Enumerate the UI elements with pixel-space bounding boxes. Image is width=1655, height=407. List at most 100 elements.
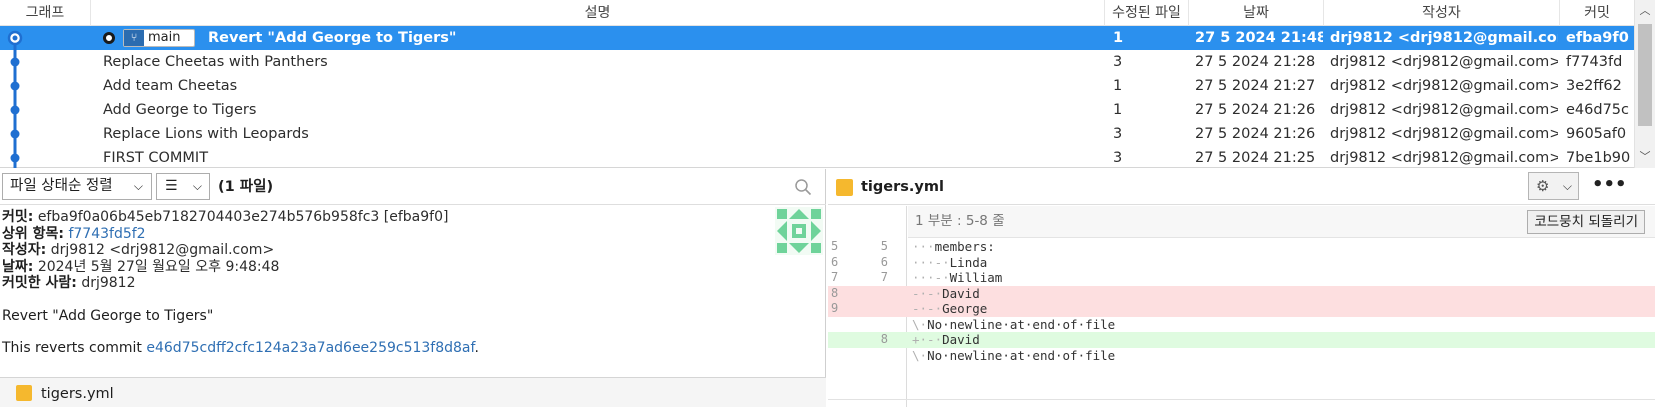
revert-hunk-button[interactable]: 코드뭉치 되돌리기 (1527, 210, 1645, 234)
commit-hash: f7743fd (1566, 54, 1623, 70)
hunk-title: 1 부분 : 5-8 줄 (915, 213, 1005, 229)
changed-file-item[interactable]: tigers.yml (0, 377, 826, 407)
whitespace-markers: ···-· (912, 270, 950, 285)
commit-graph (7, 30, 23, 168)
diff-line-code: -·-·George (912, 301, 987, 317)
commit-author: drj9812 <drj9812@gmail.com> (1330, 126, 1558, 142)
old-line-number: 8 (831, 285, 839, 300)
diff-line-code: +·-·David (912, 332, 980, 348)
hunk-header: 1 부분 : 5-8 줄 코드뭉치 되돌리기 (908, 206, 1655, 238)
whitespace-markers: ···-· (912, 254, 950, 270)
view-mode-dropdown[interactable]: ☰ ⌵ (156, 173, 210, 200)
diff-line-text: No·newline·at·end·of·file (927, 347, 1116, 363)
chevron-down-icon: ⌵ (192, 179, 202, 193)
diff-options-button[interactable]: ⚙ ⌵ (1528, 172, 1579, 200)
diff-line: 6 6 ···-·Linda (828, 255, 1655, 271)
file-toolbar: 파일 상태순 정렬 ⌵ ☰ ⌵ (1 파일) (0, 169, 826, 205)
graph-node-head-center (12, 35, 18, 41)
commit-log-scrollbar[interactable]: ︿ ﹀ (1634, 0, 1655, 168)
file-modified-icon (16, 385, 32, 401)
commit-files: 3 (1113, 54, 1123, 70)
commit-id-line: 커밋: efba9f0a06b45eb7182704403e274b576b95… (2, 209, 822, 226)
new-line-number: 5 (880, 239, 888, 253)
scrollbar-thumb[interactable] (1638, 24, 1652, 126)
commit-row[interactable]: Replace Lions with Leopards 3 27 5 2024 … (0, 122, 1634, 146)
parent-commit-link[interactable]: f7743fd5f2 (68, 226, 145, 242)
whitespace-markers: -·-· (912, 301, 943, 316)
message-body-suffix: . (474, 340, 479, 356)
diff-bottom-border (828, 399, 1655, 407)
column-header-commit[interactable]: 커밋 (1560, 0, 1634, 26)
commit-details: 커밋: efba9f0a06b45eb7182704403e274b576b95… (2, 209, 822, 357)
sort-dropdown[interactable]: 파일 상태순 정렬 ⌵ (2, 173, 152, 200)
column-header-graph[interactable]: 그래프 (0, 0, 91, 26)
graph-node (10, 105, 20, 115)
commit-author: drj9812 <drj9812@gmail.com> (1330, 54, 1558, 70)
diff-line-code: \·No·newline·at·end·of·file (912, 348, 1115, 364)
more-icon[interactable]: ••• (1592, 172, 1627, 200)
commit-row[interactable]: ⑂ main Revert "Add George to Tigers" 1 2… (0, 26, 1634, 50)
old-line-number: 9 (831, 301, 839, 315)
commit-message: Add George to Tigers (103, 102, 257, 118)
commit-author: drj9812 <drj9812@gmail.com> (1330, 30, 1558, 46)
commit-author: drj9812 <drj9812@gmail.com> (1330, 150, 1558, 166)
commit-hash: 7be1b90 (1566, 150, 1631, 166)
committer-value: drj9812 (81, 275, 136, 291)
file-modified-icon (836, 179, 853, 196)
gear-icon: ⚙ (1536, 177, 1550, 195)
diff-lines: 5 5 ···members: 6 6 ···-·Linda 7 7 ···-·Willia… (828, 239, 1655, 363)
commit-message: Add team Cheetas (103, 78, 238, 94)
commit-message: Replace Cheetas with Panthers (103, 54, 328, 70)
author-avatar (775, 207, 823, 255)
graph-node (10, 57, 20, 67)
commit-hash: efba9f0 (1566, 30, 1629, 46)
branch-label[interactable]: ⑂ main (123, 29, 195, 47)
commit-date: 27 5 2024 21:48 (1195, 30, 1323, 46)
branch-name: main (148, 30, 181, 45)
column-header-date[interactable]: 날짜 (1189, 0, 1324, 26)
commit-row[interactable]: FIRST COMMIT 3 27 5 2024 21:25 drj9812 <… (0, 146, 1634, 168)
commit-date: 27 5 2024 21:25 (1195, 150, 1316, 166)
commit-message: Revert "Add George to Tigers" (208, 30, 457, 46)
commit-files: 3 (1113, 126, 1123, 142)
diff-line-text: No·newline·at·end·of·file (927, 316, 1116, 332)
commit-message: Replace Lions with Leopards (103, 126, 309, 142)
parent-line: 상위 항목: f7743fd5f2 (2, 226, 822, 243)
diff-line: 5 5 ···members: (828, 239, 1655, 255)
column-header-description[interactable]: 설명 (91, 0, 1105, 26)
commit-row[interactable]: Add George to Tigers 1 27 5 2024 21:26 d… (0, 98, 1634, 122)
diff-line-meta: \·No·newline·at·end·of·file (828, 317, 1655, 333)
search-icon[interactable] (794, 178, 812, 196)
scroll-up-icon[interactable]: ︿ (1635, 2, 1655, 20)
date-label: 날짜: (2, 258, 34, 275)
diff-line-added: 8 +·-·David (828, 332, 1655, 348)
commit-id-value: efba9f0a06b45eb7182704403e274b576b958fc3… (37, 209, 449, 225)
message-body-text: This reverts commit (2, 340, 147, 356)
diff-line-text: William (949, 270, 1003, 285)
commit-row[interactable]: Replace Cheetas with Panthers 3 27 5 202… (0, 50, 1634, 74)
commit-message-title: Revert "Add George to Tigers" (2, 307, 214, 324)
commit-hash: 9605af0 (1566, 126, 1627, 142)
commit-hash: 3e2ff62 (1566, 78, 1622, 94)
column-header-files-changed[interactable]: 수정된 파일 (1105, 0, 1189, 26)
author-value: drj9812 <drj9812@gmail.com> (50, 242, 275, 258)
date-line: 날짜: 2024년 5월 27일 월요일 오후 9:48:48 (2, 259, 822, 276)
old-line-number: 6 (831, 254, 839, 269)
commit-files: 1 (1113, 102, 1123, 118)
commit-row[interactable]: Add team Cheetas 1 27 5 2024 21:27 drj98… (0, 74, 1634, 98)
commit-message: FIRST COMMIT (103, 150, 209, 166)
diff-line-text: George (942, 301, 988, 316)
column-header-author[interactable]: 작성자 (1324, 0, 1560, 26)
commit-files: 3 (1113, 150, 1123, 166)
new-line-number: 7 (880, 270, 888, 284)
whitespace-markers: +·-· (912, 332, 943, 347)
reverted-commit-link[interactable]: e46d75cdff2cfc124a23a7ad6ee259c513f8d8af (146, 340, 474, 356)
commit-author: drj9812 <drj9812@gmail.com> (1330, 102, 1558, 118)
diff-header: tigers.yml ⚙ ⌵ ••• (828, 169, 1655, 205)
scroll-down-icon[interactable]: ﹀ (1635, 148, 1655, 166)
graph-node (10, 129, 20, 139)
author-label: 작성자: (2, 242, 47, 258)
diff-pane: tigers.yml ⚙ ⌵ ••• 1 부분 : 5-8 줄 코드뭉치 되돌리… (828, 169, 1655, 407)
